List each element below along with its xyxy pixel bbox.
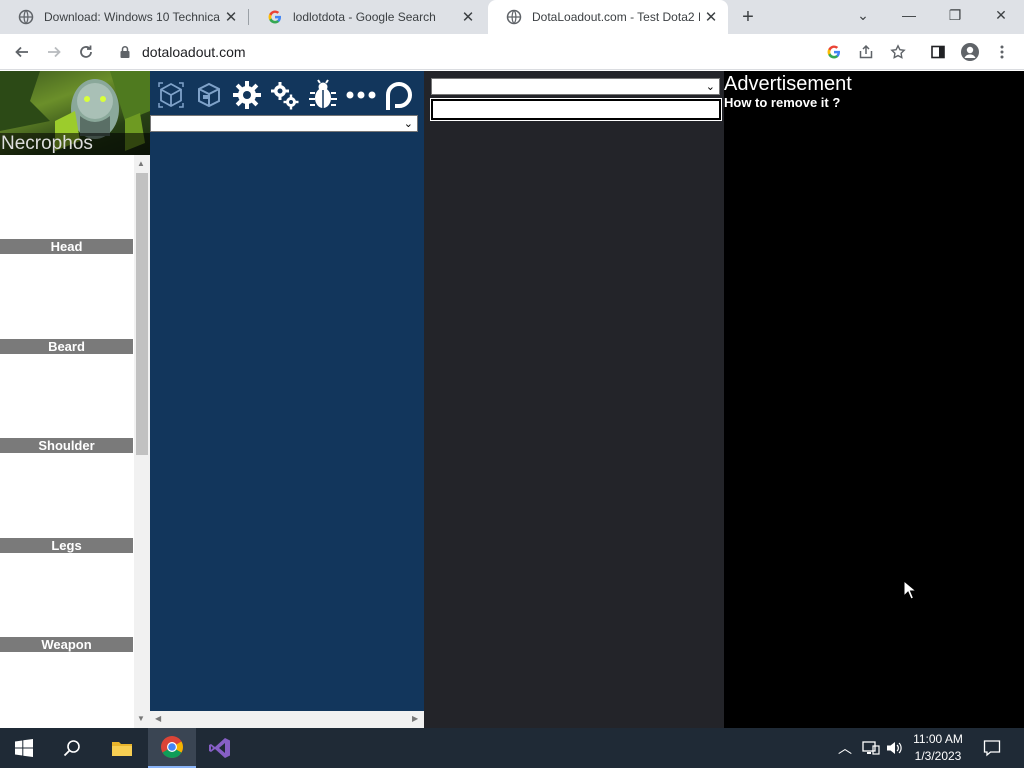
scrollbar-thumb[interactable]: [136, 173, 148, 455]
item-browser-h-scrollbar[interactable]: ◀ ▶: [150, 711, 424, 728]
tab-title: DotaLoadout.com - Test Dota2 Ic: [532, 10, 700, 24]
scroll-right-icon[interactable]: ▶: [412, 714, 418, 723]
show-hidden-icons-icon[interactable]: ︿: [838, 738, 852, 758]
notifications-icon[interactable]: [983, 739, 1001, 757]
gears-icon: [271, 82, 299, 110]
close-tab-icon[interactable]: ✕: [220, 6, 242, 28]
slot-list-scrollbar[interactable]: ▲ ▼: [134, 155, 150, 728]
bookmark-button[interactable]: [886, 40, 910, 64]
tab-search-button[interactable]: ⌄: [840, 0, 886, 30]
close-tab-icon[interactable]: ✕: [457, 6, 479, 28]
close-window-button[interactable]: ✕: [978, 0, 1024, 30]
settings-button[interactable]: [230, 77, 264, 113]
volume-icon[interactable]: [886, 740, 904, 756]
share-button[interactable]: [854, 40, 878, 64]
scroll-left-icon[interactable]: ◀: [155, 714, 161, 723]
visual-studio-icon: [209, 738, 230, 758]
minimize-button[interactable]: —: [886, 0, 932, 30]
restore-button[interactable]: ❐: [932, 0, 978, 30]
google-icon: [268, 10, 281, 24]
tab-title: Download: Windows 10 Technica: [44, 10, 220, 24]
reload-button[interactable]: [74, 40, 98, 64]
url-text: dotaloadout.com: [142, 44, 246, 60]
box-icon: [198, 82, 220, 108]
slot-label-head[interactable]: Head: [0, 239, 133, 254]
scroll-up-icon[interactable]: ▲: [137, 159, 145, 168]
slot-label-legs[interactable]: Legs: [0, 538, 133, 553]
tab-strip: Download: Windows 10 Technica ✕ lodlotdo…: [0, 0, 1024, 34]
patreon-icon: [386, 82, 412, 110]
chevron-down-icon: ⌄: [403, 118, 413, 130]
forward-button[interactable]: [42, 40, 66, 64]
windows-icon: [15, 739, 33, 757]
network-icon[interactable]: [862, 740, 880, 756]
advanced-settings-button[interactable]: [268, 77, 302, 113]
lock-icon: [120, 45, 130, 58]
address-bar[interactable]: dotaloadout.com: [108, 38, 916, 66]
tab-google-search[interactable]: lodlotdota - Google Search ✕: [249, 0, 485, 34]
slot-label-shoulder[interactable]: Shoulder: [0, 438, 133, 453]
arrow-left-icon: [15, 46, 28, 58]
google-icon: [827, 45, 840, 59]
clock-date: 1/3/2023: [914, 749, 962, 763]
gear-icon: [233, 81, 261, 109]
patreon-button[interactable]: [382, 77, 416, 113]
remove-ads-link[interactable]: How to remove it ?: [724, 95, 840, 110]
scroll-down-icon[interactable]: ▼: [137, 714, 145, 723]
chrome-taskbar-button[interactable]: [148, 728, 196, 768]
more-vertical-icon: [1000, 45, 1004, 59]
slot-label-beard[interactable]: Beard: [0, 339, 133, 354]
box-button[interactable]: [192, 77, 226, 113]
star-icon: [890, 44, 906, 59]
cube-outline-button[interactable]: [154, 77, 188, 113]
report-bug-button[interactable]: [306, 77, 340, 113]
advertisement-panel: [724, 71, 1024, 728]
share-icon: [859, 44, 873, 59]
item-search-input[interactable]: [430, 98, 722, 121]
arrow-right-icon: [48, 46, 61, 58]
system-clock[interactable]: 11:00 AM 1/3/2023: [906, 731, 970, 765]
page-content: Necrophos Head Beard Shoulder Legs Weapo…: [0, 71, 1024, 728]
folder-icon: [112, 742, 132, 756]
search-icon: [63, 740, 80, 757]
item-toolbar: [150, 75, 424, 115]
hero-name: Necrophos: [0, 133, 150, 155]
taskbar: ︿ 11:00 AM 1/3/2023: [0, 728, 1024, 768]
file-explorer-button[interactable]: [98, 728, 146, 768]
mouse-cursor-icon: [903, 580, 917, 600]
profile-button[interactable]: [958, 40, 982, 64]
avatar-icon: [961, 43, 979, 61]
item-filter-select[interactable]: ⌄: [431, 78, 720, 95]
cube-outline-icon: [158, 82, 184, 108]
item-results-panel: [424, 71, 724, 728]
slot-label-weapon[interactable]: Weapon: [0, 637, 133, 652]
clock-time: 11:00 AM: [913, 732, 963, 746]
browser-toolbar: dotaloadout.com: [0, 34, 1024, 70]
item-category-select[interactable]: ⌄: [150, 115, 418, 132]
advertisement-title: Advertisement: [724, 73, 852, 95]
start-button[interactable]: [0, 728, 48, 768]
chrome-icon: [161, 736, 183, 758]
bug-icon: [309, 79, 337, 108]
close-tab-icon[interactable]: ✕: [700, 6, 722, 28]
item-slot-list: Head Beard Shoulder Legs Weapon: [0, 155, 150, 728]
visual-studio-button[interactable]: [196, 728, 244, 768]
tab-title: lodlotdota - Google Search: [293, 10, 436, 24]
side-panel-icon: [931, 45, 945, 59]
search-button[interactable]: [48, 728, 96, 768]
tab-dotaloadout[interactable]: DotaLoadout.com - Test Dota2 Ic ✕: [488, 0, 728, 34]
new-tab-button[interactable]: +: [736, 5, 760, 29]
chevron-down-icon: ⌄: [705, 81, 715, 93]
side-panel-button[interactable]: [926, 40, 950, 64]
globe-icon: [506, 9, 522, 25]
more-icon: [346, 91, 376, 99]
back-button[interactable]: [10, 40, 34, 64]
tab-windows-download[interactable]: Download: Windows 10 Technica ✕: [0, 0, 248, 34]
google-lens-button[interactable]: [822, 40, 846, 64]
more-button[interactable]: [344, 77, 378, 113]
menu-button[interactable]: [990, 40, 1014, 64]
reload-icon: [80, 45, 92, 58]
globe-icon: [18, 9, 34, 25]
item-browser-panel: [150, 71, 424, 728]
